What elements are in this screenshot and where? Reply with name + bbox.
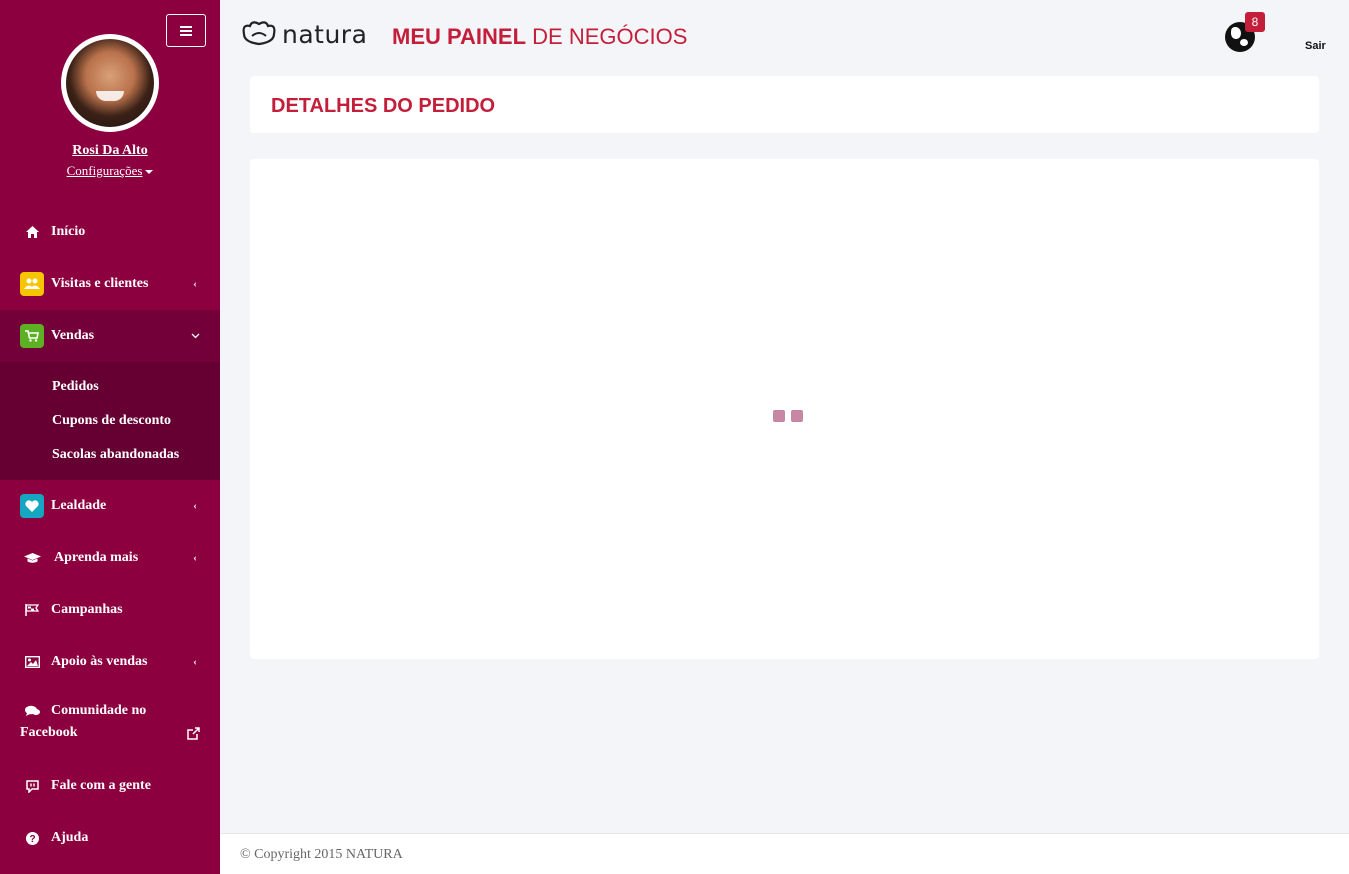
- flag-icon: [20, 598, 44, 622]
- svg-text:?: ?: [29, 834, 35, 845]
- sidebar-item-comunidade-facebook[interactable]: Comunidade no Facebook: [0, 688, 220, 760]
- menu-toggle-button[interactable]: [166, 14, 206, 47]
- footer: © Copyright 2015 NATURA: [220, 833, 1349, 874]
- order-details-panel: [250, 159, 1319, 659]
- loading-indicator: [773, 410, 803, 422]
- sidebar-item-lealdade[interactable]: Lealdade ‹: [0, 480, 220, 532]
- sidebar-item-label: Visitas e clientes: [51, 276, 149, 291]
- sidebar-item-apoio-vendas[interactable]: Apoio às vendas ‹: [0, 636, 220, 688]
- sidebar-item-inicio[interactable]: Início: [0, 206, 220, 258]
- sidebar-nav: Início Visitas e clientes ‹ Vendas Pedid…: [0, 206, 220, 864]
- chevron-left-icon: ‹: [193, 500, 197, 512]
- sidebar-item-label: Fale com a gente: [51, 778, 151, 793]
- cart-icon: [20, 324, 44, 348]
- sidebar-item-visitas-clientes[interactable]: Visitas e clientes ‹: [0, 258, 220, 310]
- natura-logo[interactable]: natura: [240, 18, 367, 50]
- sidebar-item-label: Lealdade: [51, 498, 107, 513]
- sidebar-item-label: Ajuda: [51, 830, 89, 845]
- graduation-cap-icon: [20, 546, 44, 570]
- hamburger-icon: [180, 25, 192, 36]
- sidebar-item-ajuda[interactable]: ? Ajuda: [0, 812, 220, 864]
- sidebar-item-fale-conosco[interactable]: Fale com a gente: [0, 760, 220, 812]
- sidebar-item-label: Início: [51, 224, 86, 239]
- avatar-photo: [66, 39, 154, 127]
- sidebar-item-label: Comunidade no Facebook: [20, 703, 147, 740]
- external-link-icon: [187, 727, 200, 744]
- chevron-left-icon: ‹: [193, 656, 197, 668]
- page-title-card: DETALHES DO PEDIDO: [250, 76, 1319, 133]
- natura-flower-icon: [242, 21, 276, 46]
- sidebar-subitem-pedidos[interactable]: Pedidos: [0, 370, 220, 404]
- chat-icon: [20, 774, 44, 798]
- vendas-submenu: Pedidos Cupons de desconto Sacolas aband…: [0, 362, 220, 480]
- panel-title-bold: MEU PAINEL: [392, 24, 527, 49]
- sidebar-item-label: Campanhas: [51, 602, 123, 617]
- chevron-left-icon: ‹: [193, 552, 197, 564]
- panel-title: MEU PAINEL DE NEGÓCIOS: [392, 24, 687, 50]
- sidebar: Rosi Da Alto Configurações Início Visita…: [0, 0, 220, 874]
- settings-label: Configurações: [66, 163, 143, 178]
- home-icon: [20, 220, 44, 244]
- settings-dropdown[interactable]: Configurações: [0, 163, 220, 179]
- user-name[interactable]: Rosi Da Alto: [0, 143, 220, 159]
- users-icon: [20, 272, 44, 296]
- sidebar-subitem-sacolas[interactable]: Sacolas abandonadas: [0, 438, 220, 472]
- image-icon: [20, 650, 44, 674]
- question-icon: ?: [20, 826, 44, 850]
- loader-dot: [791, 410, 803, 422]
- sidebar-item-aprenda-mais[interactable]: Aprenda mais ‹: [0, 532, 220, 584]
- avatar: [61, 34, 159, 132]
- loader-dot: [773, 410, 785, 422]
- copyright-text: © Copyright 2015 NATURA: [240, 847, 403, 862]
- sidebar-subitem-cupons[interactable]: Cupons de desconto: [0, 404, 220, 438]
- sidebar-item-label: Aprenda mais: [54, 550, 139, 565]
- sidebar-item-vendas[interactable]: Vendas: [0, 310, 220, 362]
- sidebar-item-label: Vendas: [51, 328, 95, 343]
- notification-badge: 8: [1245, 12, 1265, 32]
- page-title: DETALHES DO PEDIDO: [271, 95, 496, 117]
- sidebar-item-campanhas[interactable]: Campanhas: [0, 584, 220, 636]
- panel-title-rest: DE NEGÓCIOS: [526, 24, 688, 49]
- logout-link[interactable]: Sair: [1305, 40, 1326, 52]
- chevron-down-icon: [190, 331, 200, 341]
- logo-text: natura: [282, 19, 368, 49]
- top-header: natura MEU PAINEL DE NEGÓCIOS 8 Sair: [220, 0, 1349, 72]
- chevron-left-icon: ‹: [193, 278, 197, 290]
- caret-down-icon: [145, 170, 154, 175]
- sidebar-item-label: Apoio às vendas: [51, 654, 148, 669]
- heart-icon: [20, 494, 44, 518]
